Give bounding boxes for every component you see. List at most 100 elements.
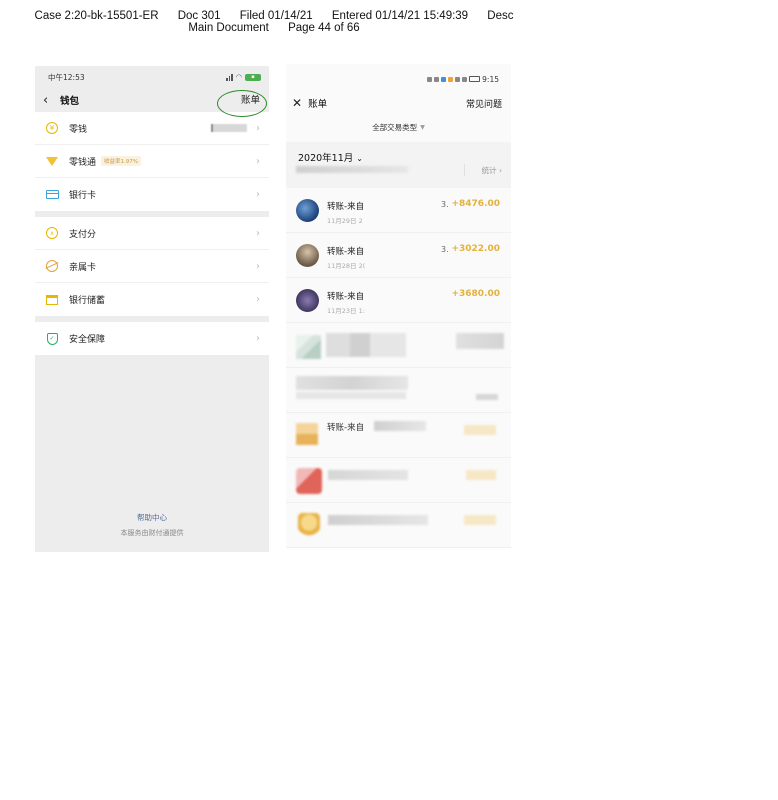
- wallet-group-3: ✓ 安全保障 ›: [35, 322, 269, 355]
- wallet-group-1: ¥ 零钱 › 零钱通 收益率1.97% › 银行卡 ›: [35, 112, 269, 211]
- wallet-item-label: 支付分: [69, 229, 97, 240]
- chevron-right-icon: ›: [256, 155, 260, 167]
- wallet-item-change[interactable]: ¥ 零钱 ›: [35, 112, 269, 145]
- wallet-item-label: 安全保障: [69, 335, 106, 345]
- notification-icon: [462, 76, 468, 82]
- transaction-row[interactable]: 转账-来自 11月23日 1: +3680.00: [286, 278, 511, 323]
- redacted-balance: [211, 124, 247, 132]
- transaction-amount: +3680.00: [451, 289, 500, 299]
- wallet-item-lingqiantong[interactable]: 零钱通 收益率1.97% ›: [35, 145, 269, 178]
- notification-icon: [427, 76, 433, 82]
- gem-icon: [45, 154, 59, 168]
- bank-card-icon: [45, 188, 59, 202]
- chevron-right-icon: ›: [256, 333, 260, 344]
- statistics-link[interactable]: 统计 ›: [482, 165, 502, 176]
- transaction-type-filter[interactable]: 全部交易类型 ▼: [286, 112, 511, 142]
- coin-icon: ¥: [45, 121, 59, 135]
- statistics-label: 统计: [481, 166, 497, 175]
- wallet-item-label: 银行卡: [69, 191, 97, 201]
- redacted-text: [374, 421, 426, 431]
- redacted-transaction-row[interactable]: 转账-来自: [286, 413, 511, 458]
- redacted-transaction-row[interactable]: [286, 458, 511, 503]
- redacted-amount: [464, 425, 496, 435]
- wallet-item-bank-card[interactable]: 银行卡 ›: [35, 178, 269, 211]
- month-header: 2020年11月 ⌄ 统计 ›: [286, 142, 511, 188]
- redacted-text: [326, 333, 406, 357]
- wallet-screenshot: 中午12:53 ◠ ▪ ‹ 钱包 账单 ¥ 零钱 › 零钱通 收益率1.97% …: [35, 66, 269, 552]
- avatar: [296, 244, 319, 267]
- transaction-row[interactable]: 转账-来自 11月28日 2( 3. +3022.00: [286, 233, 511, 278]
- dropdown-caret-icon: ▼: [420, 123, 425, 131]
- transaction-date: 11月29日 2: [327, 217, 363, 225]
- close-icon[interactable]: ✕: [292, 96, 302, 110]
- battery-icon: ▪: [245, 73, 261, 81]
- faq-link[interactable]: 常见问题: [466, 97, 502, 110]
- wallet-item-pay-score[interactable]: ∧ 支付分 ›: [35, 217, 269, 250]
- redacted-transaction-row[interactable]: [286, 323, 511, 368]
- notification-icon: [455, 76, 461, 82]
- transaction-name: 转账-来自: [327, 423, 365, 433]
- avatar: [296, 289, 319, 312]
- filter-label: 全部交易类型: [372, 122, 418, 132]
- help-center-link[interactable]: 帮助中心: [35, 512, 269, 523]
- month-label: 2020年11月: [298, 153, 354, 164]
- court-header-line1: Case 2:20-bk-15501-ER Doc 301 Filed 01/1…: [0, 10, 548, 22]
- wallet-item-family-card[interactable]: 亲属卡 ›: [35, 250, 269, 283]
- wallet-item-label: 亲属卡: [69, 262, 97, 273]
- redacted-section-header: [286, 368, 511, 413]
- chevron-right-icon: ›: [256, 227, 260, 239]
- avatar: [296, 199, 319, 222]
- entered-date: Entered 01/14/21 15:49:39: [331, 10, 469, 22]
- signal-icon: [226, 73, 233, 81]
- wallet-title: 钱包: [60, 96, 80, 107]
- transaction-name: 转账-来自: [327, 292, 365, 302]
- redacted-text: [476, 394, 498, 400]
- redacted-avatar: [296, 335, 321, 359]
- chevron-right-icon: ›: [256, 260, 260, 272]
- redacted-text: [296, 392, 406, 399]
- main-document-label: Main Document: [188, 22, 269, 34]
- savings-icon: [45, 293, 59, 307]
- transaction-row[interactable]: 转账-来自 11月29日 2 3. +8476.00: [286, 188, 511, 233]
- transaction-name: 转账-来自: [327, 202, 365, 212]
- status-time: 中午12:53: [48, 72, 85, 82]
- court-header: Case 2:20-bk-15501-ER Doc 301 Filed 01/1…: [0, 10, 548, 34]
- desc-label: Desc: [487, 10, 514, 22]
- score-icon: ∧: [45, 226, 59, 240]
- back-arrow-icon[interactable]: ‹: [43, 93, 57, 108]
- shield-icon: ✓: [45, 332, 59, 346]
- wallet-item-bank-savings[interactable]: 银行储蓄 ›: [35, 283, 269, 316]
- redacted-avatar: [296, 423, 318, 445]
- notification-icon: [448, 76, 454, 82]
- yield-badge: 收益率1.97%: [101, 156, 141, 166]
- month-selector[interactable]: 2020年11月 ⌄: [298, 150, 363, 164]
- redacted-avatar: [296, 468, 322, 494]
- chevron-down-icon: ⌄: [356, 154, 363, 163]
- redacted-avatar: [298, 513, 320, 537]
- chevron-right-icon: ›: [256, 122, 260, 134]
- bill-title: 账单: [308, 99, 328, 110]
- family-card-icon: [45, 259, 59, 273]
- redacted-transaction-row[interactable]: [286, 503, 511, 548]
- chevron-right-icon: ›: [256, 294, 260, 305]
- redacted-summary: [296, 166, 408, 173]
- wallet-item-security[interactable]: ✓ 安全保障 ›: [35, 322, 269, 355]
- wallet-group-2: ∧ 支付分 › 亲属卡 › 银行储蓄 ›: [35, 217, 269, 316]
- chevron-right-icon: ›: [256, 189, 260, 200]
- status-icons: ◠ ▪: [226, 73, 261, 81]
- wallet-item-label: 零钱通: [69, 157, 97, 168]
- transaction-date: 11月23日 1:: [327, 307, 365, 315]
- redacted-text: [328, 470, 408, 480]
- page-number: Page 44 of 66: [288, 22, 360, 34]
- status-bar: 中午12:53 ◠ ▪: [35, 66, 269, 88]
- redacted-amount: [464, 515, 496, 525]
- doc-number: Doc 301: [177, 10, 221, 22]
- notification-icon: [434, 76, 440, 82]
- redacted-text: [296, 376, 408, 390]
- wallet-item-label: 零钱: [69, 124, 88, 135]
- transaction-name: 转账-来自: [327, 247, 365, 257]
- redacted-text: [328, 515, 428, 525]
- transaction-balance: 3.: [441, 200, 449, 209]
- divider: [464, 164, 465, 176]
- provider-note: 本服务由财付通提供: [120, 529, 184, 537]
